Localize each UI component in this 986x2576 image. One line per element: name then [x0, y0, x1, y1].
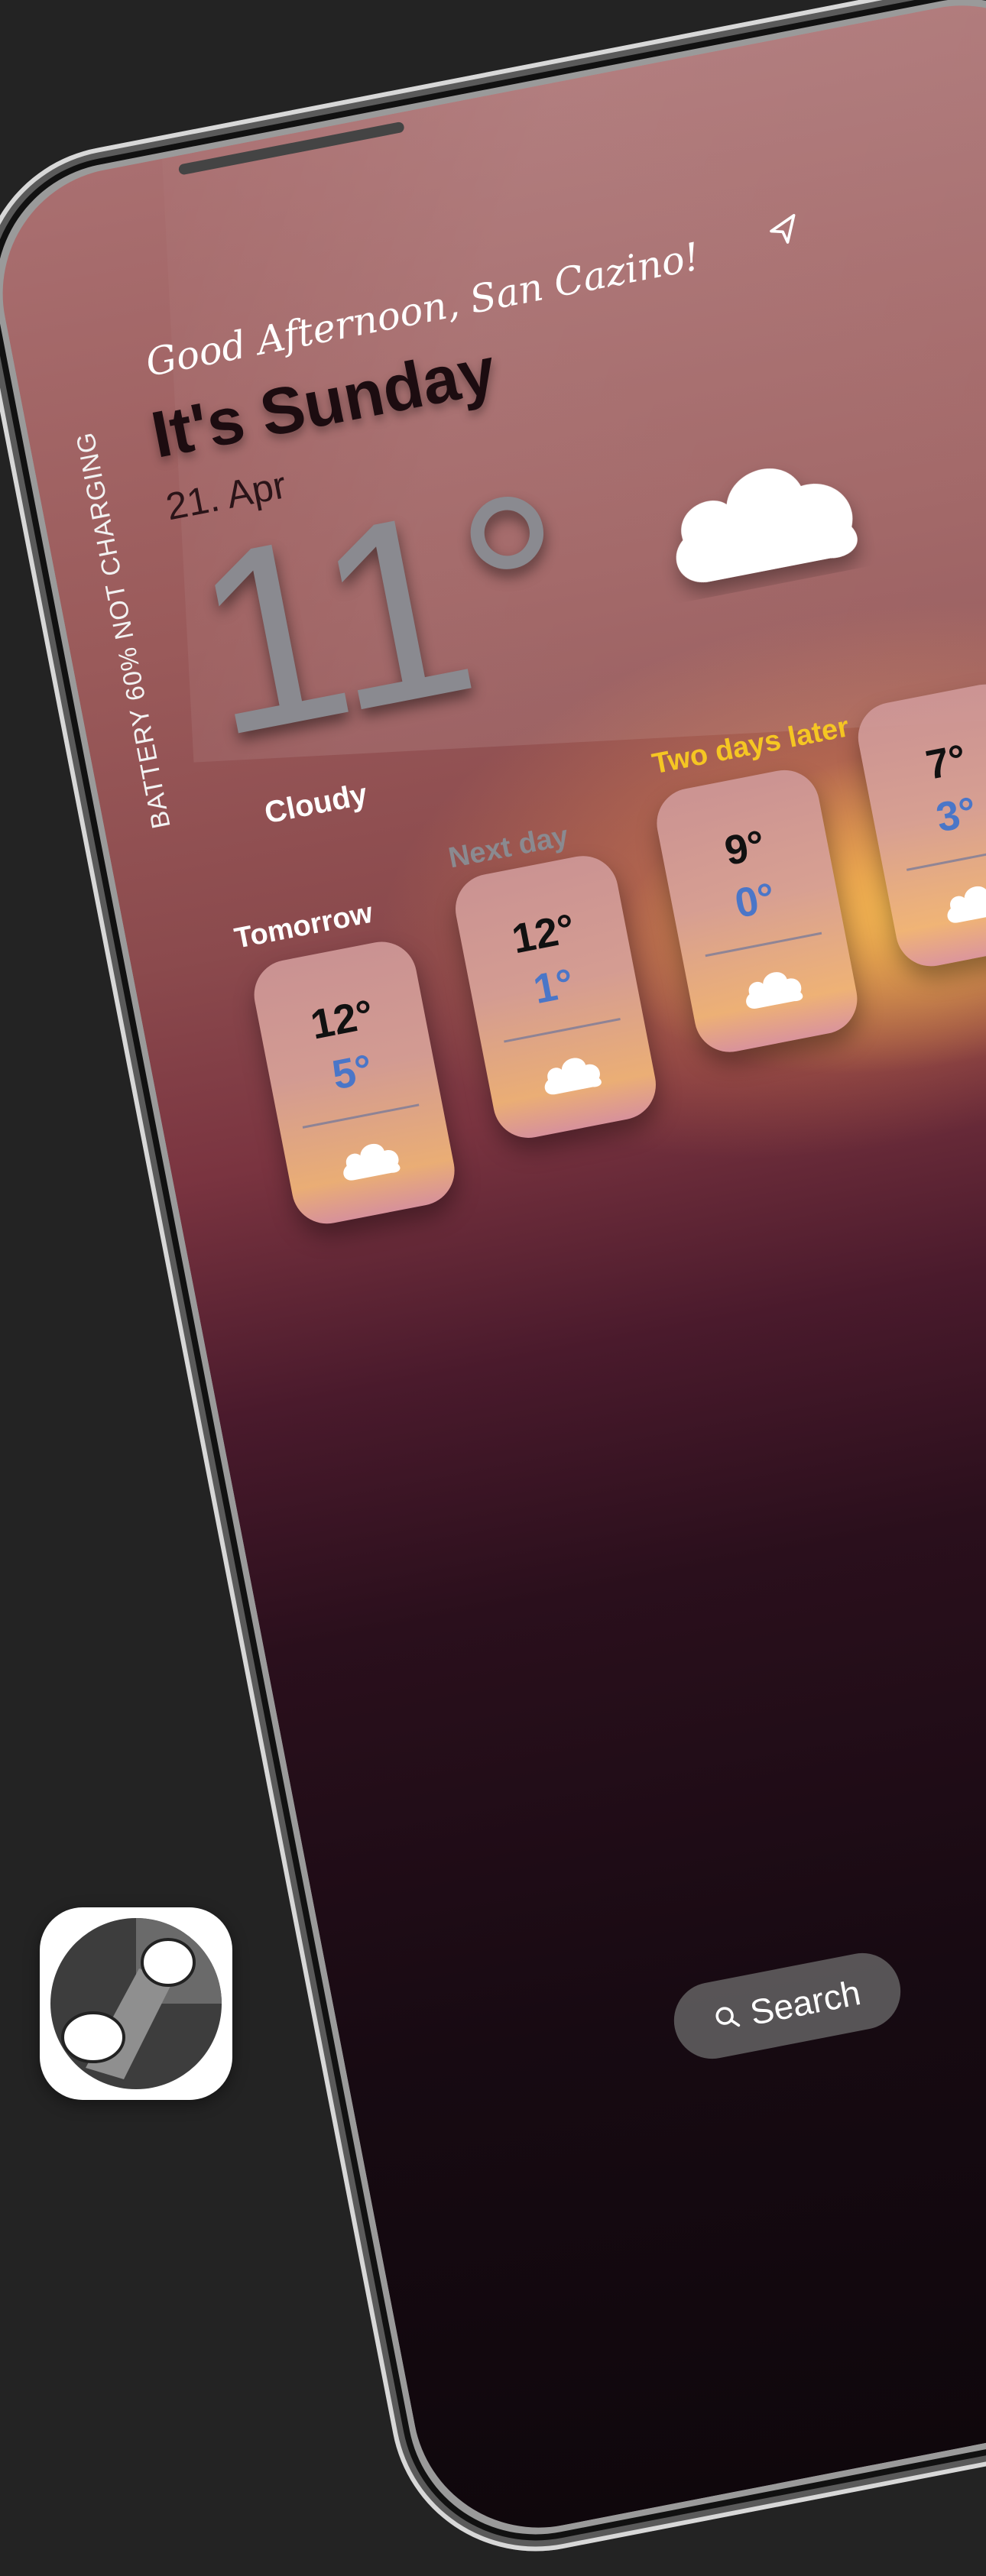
- search-icon: [715, 2007, 741, 2027]
- home-screen: Good Afternoon, San Cazino! It's Sunday …: [0, 0, 986, 2549]
- phone-screen: Good Afternoon, San Cazino! It's Sunday …: [0, 0, 986, 2550]
- divider: [302, 1103, 420, 1129]
- forecast-card[interactable]: 9° 0°: [650, 763, 864, 1058]
- forecast-card[interactable]: 7° 3°: [851, 678, 986, 973]
- app-logo-icon: [50, 1918, 222, 2089]
- divider: [705, 932, 822, 957]
- divider: [504, 1017, 621, 1043]
- search-label: Search: [747, 1972, 864, 2033]
- cloud-icon: [343, 1143, 401, 1181]
- cloud-icon: [544, 1058, 602, 1095]
- forecast-card[interactable]: 12° 5°: [248, 935, 461, 1230]
- location-arrow-icon[interactable]: [764, 210, 804, 250]
- battery-status: BATTERY 60% NOT CHARGING: [70, 429, 177, 831]
- cloud-icon: [947, 886, 986, 923]
- forecast-card[interactable]: 12° 1°: [449, 850, 662, 1144]
- divider: [906, 846, 986, 871]
- cloud-icon: [746, 972, 803, 1009]
- forecast-label-2: Two days later: [649, 711, 852, 781]
- phone-frame: Good Afternoon, San Cazino! It's Sunday …: [0, 0, 986, 2576]
- cloud-icon: [676, 468, 858, 582]
- condition-text: Cloudy: [261, 777, 371, 831]
- app-icon: [40, 1907, 232, 2100]
- current-temperature: 11°: [174, 435, 597, 792]
